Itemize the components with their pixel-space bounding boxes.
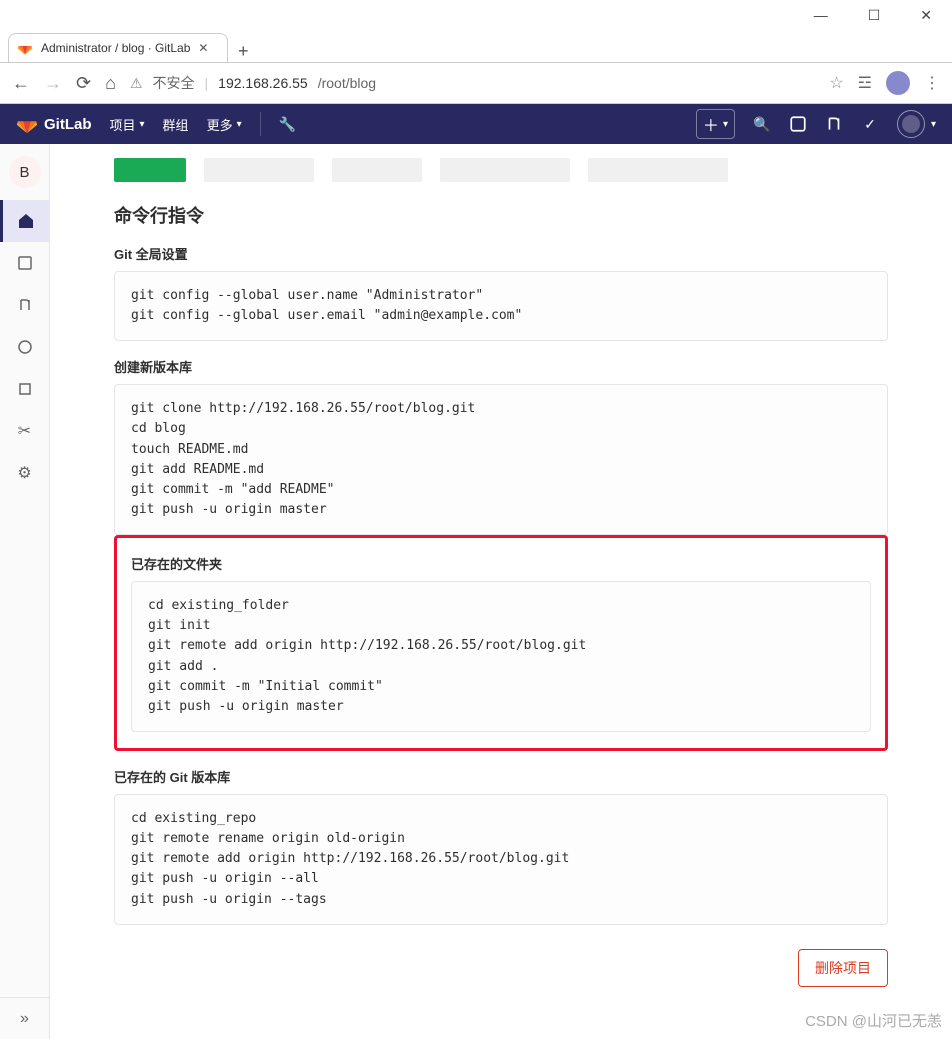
sidebar-collapse[interactable]: » [0,997,50,1039]
reading-list-icon[interactable]: ☲ [858,73,872,93]
sidebar-settings[interactable]: ⚙ [0,452,50,494]
project-sidebar: B ✂ ⚙ » [0,144,50,1039]
existing-repo-title: 已存在的 Git 版本库 [114,767,888,786]
main-content: 命令行指令 Git 全局设置 git config --global user.… [50,144,952,1039]
nav-projects[interactable]: 项目▾ [110,115,145,134]
sidebar-cicd[interactable] [0,326,50,368]
cli-instructions-heading: 命令行指令 [114,202,888,228]
gitlab-navbar: GitLab 项目▾ 群组 更多▾ 🔧 ＋▾ 🔍 ✓ ▾ [0,104,952,144]
sidebar-merge-requests[interactable] [0,284,50,326]
url-field[interactable]: ⚠ 不安全 | 192.168.26.55/root/blog [130,73,815,93]
reload-button[interactable]: ⟳ [76,73,91,94]
user-menu[interactable] [897,110,925,138]
stub-button-primary[interactable] [114,158,186,182]
gitlab-favicon-icon [17,40,33,56]
existing-repo-code: cd existing_repo git remote rename origi… [114,794,888,925]
admin-wrench-icon[interactable]: 🔧 [279,115,297,133]
delete-project-button[interactable]: 删除项目 [798,949,888,987]
project-actions-row [114,154,888,182]
browser-tab[interactable]: Administrator / blog · GitLab ✕ [8,33,228,62]
close-tab-icon[interactable]: ✕ [198,41,208,55]
stub-button[interactable] [332,158,422,182]
todos-icon[interactable]: ✓ [861,115,879,133]
maximize-button[interactable]: ☐ [868,7,881,24]
insecure-warning-icon: ⚠ [130,75,143,92]
global-settings-title: Git 全局设置 [114,244,888,263]
new-tab-button[interactable]: + [238,41,249,62]
project-avatar[interactable]: B [9,156,41,188]
home-button[interactable]: ⌂ [105,73,116,94]
close-window-button[interactable]: ✕ [920,7,932,24]
gitlab-logo[interactable]: GitLab [16,113,92,135]
new-repo-code: git clone http://192.168.26.55/root/blog… [114,384,888,535]
gitlab-brand: GitLab [44,116,92,133]
insecure-label: 不安全 [153,73,195,93]
gitlab-logo-icon [16,113,38,135]
bookmark-star-icon[interactable]: ☆ [829,73,843,93]
url-path: /root/blog [318,75,376,91]
stub-button[interactable] [588,158,728,182]
nav-divider [260,112,261,136]
existing-folder-code: cd existing_folder git init git remote a… [131,581,871,732]
sidebar-snippets[interactable]: ✂ [0,410,50,452]
tab-title: Administrator / blog · GitLab [41,41,190,55]
back-button[interactable]: ← [12,73,30,94]
merge-requests-icon[interactable] [825,115,843,133]
address-bar: ← → ⟳ ⌂ ⚠ 不安全 | 192.168.26.55/root/blog … [0,62,952,104]
issues-icon[interactable] [789,115,807,133]
nav-groups[interactable]: 群组 [163,115,189,134]
chrome-menu-icon[interactable]: ⋮ [924,73,940,93]
profile-avatar-icon[interactable] [886,71,910,95]
stub-button[interactable] [440,158,570,182]
new-dropdown[interactable]: ＋▾ [696,109,735,139]
browser-tab-strip: Administrator / blog · GitLab ✕ + [0,30,952,62]
search-icon[interactable]: 🔍 [753,115,771,133]
existing-folder-section-highlighted: 已存在的文件夹 cd existing_folder git init git … [114,535,888,751]
window-controls: — ☐ ✕ [0,0,952,30]
sidebar-repository[interactable] [0,242,50,284]
plus-icon: ＋ [703,112,719,136]
nav-more[interactable]: 更多▾ [207,115,242,134]
url-host: 192.168.26.55 [218,75,308,91]
new-repo-title: 创建新版本库 [114,357,888,376]
sidebar-registry[interactable] [0,368,50,410]
existing-folder-title: 已存在的文件夹 [131,554,871,573]
global-settings-code: git config --global user.name "Administr… [114,271,888,341]
minimize-button[interactable]: — [814,7,828,23]
forward-button[interactable]: → [44,73,62,94]
sidebar-home[interactable] [0,200,50,242]
stub-button[interactable] [204,158,314,182]
